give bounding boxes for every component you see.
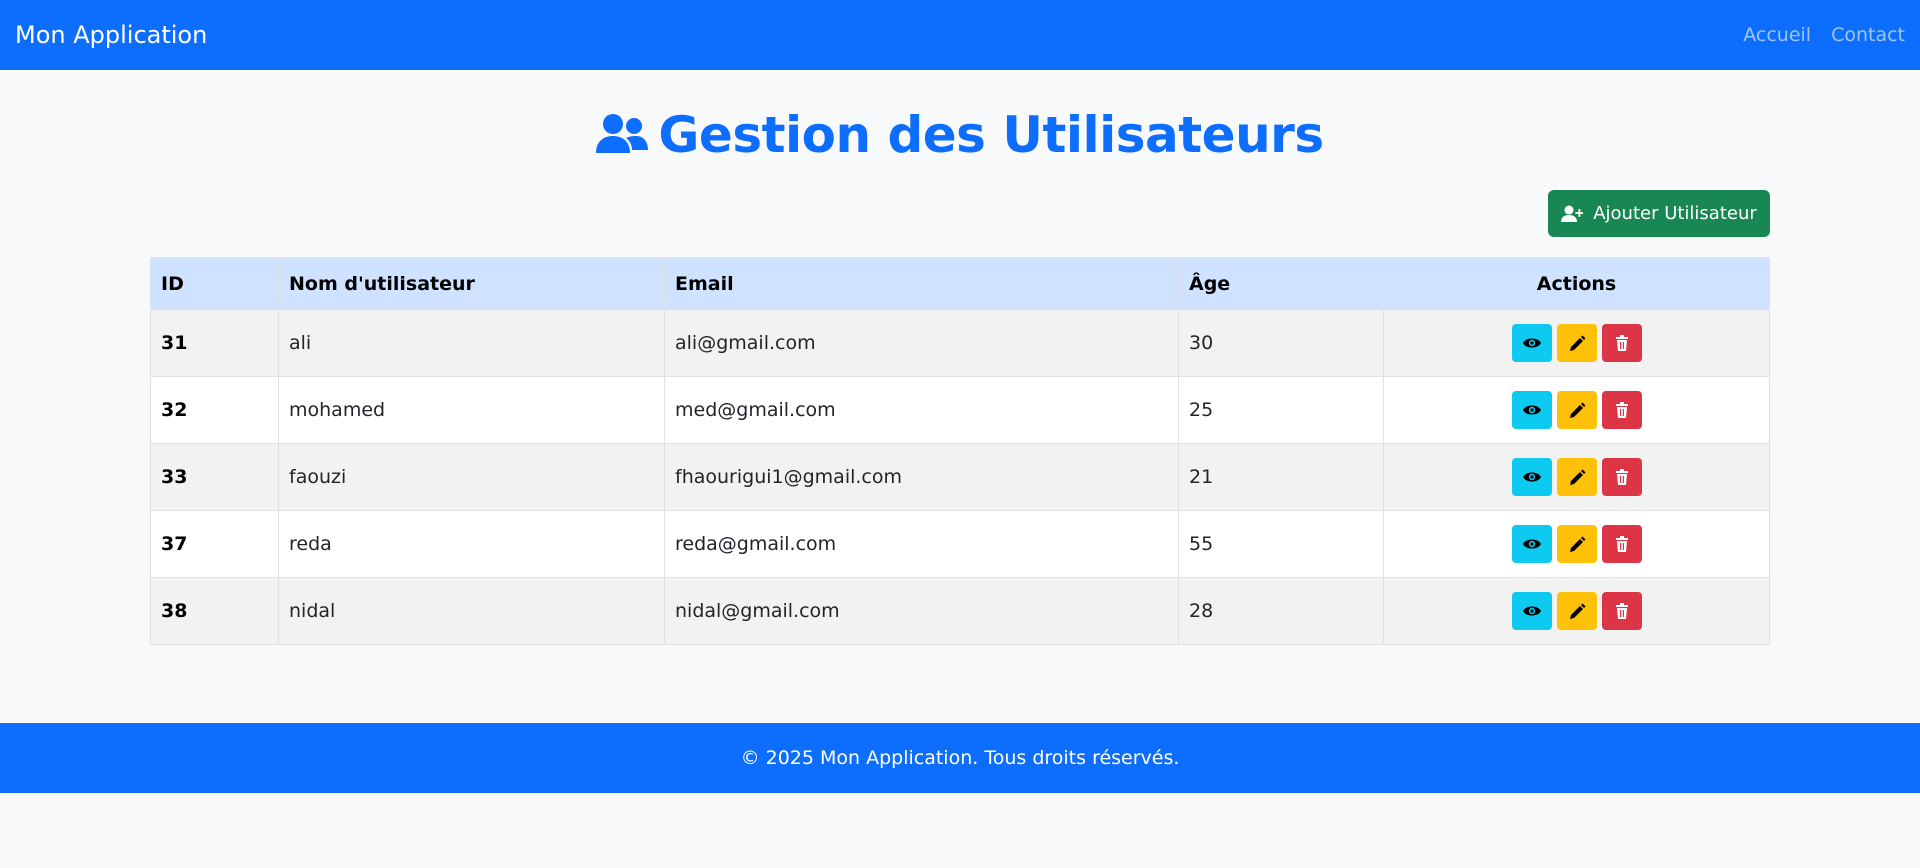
cell-username: mohamed: [278, 376, 665, 444]
cell-email: med@gmail.com: [664, 376, 1179, 444]
eye-icon: [1522, 405, 1541, 415]
header-age: Âge: [1178, 257, 1384, 310]
pencil-icon: [1569, 536, 1585, 552]
view-button[interactable]: [1511, 592, 1552, 630]
nav-link-contact[interactable]: Contact: [1831, 24, 1905, 46]
page-title-text: Gestion des Utilisateurs: [658, 106, 1324, 164]
edit-button[interactable]: [1556, 592, 1597, 630]
eye-icon: [1522, 606, 1541, 616]
delete-button[interactable]: [1601, 458, 1642, 496]
delete-button[interactable]: [1601, 525, 1642, 563]
table-row: 31 ali ali@gmail.com 30: [150, 309, 1770, 377]
page-title: Gestion des Utilisateurs: [0, 100, 1920, 170]
cell-id: 37: [150, 510, 279, 578]
cell-username: ali: [278, 309, 665, 377]
users-table: ID Nom d'utilisateur Email Âge Actions 3…: [150, 257, 1770, 645]
eye-icon: [1522, 472, 1541, 482]
edit-button[interactable]: [1556, 458, 1597, 496]
row-actions: [1511, 458, 1642, 496]
add-user-button[interactable]: Ajouter Utilisateur: [1548, 190, 1770, 237]
cell-age: 30: [1178, 309, 1384, 377]
cell-id: 33: [150, 443, 279, 511]
cell-username: faouzi: [278, 443, 665, 511]
view-button[interactable]: [1511, 324, 1552, 362]
row-actions: [1511, 525, 1642, 563]
delete-button[interactable]: [1601, 324, 1642, 362]
cell-age: 55: [1178, 510, 1384, 578]
trash-icon: [1615, 402, 1628, 418]
edit-button[interactable]: [1556, 324, 1597, 362]
cell-actions: [1383, 376, 1770, 444]
cell-email: fhaourigui1@gmail.com: [664, 443, 1179, 511]
cell-age: 21: [1178, 443, 1384, 511]
cell-email: reda@gmail.com: [664, 510, 1179, 578]
header-id: ID: [150, 257, 279, 310]
cell-id: 38: [150, 577, 279, 645]
cell-id: 32: [150, 376, 279, 444]
header-username: Nom d'utilisateur: [278, 257, 665, 310]
view-button[interactable]: [1511, 458, 1552, 496]
cell-age: 28: [1178, 577, 1384, 645]
table-row: 38 nidal nidal@gmail.com 28: [150, 577, 1770, 645]
footer-text: © 2025 Mon Application. Tous droits rése…: [740, 747, 1180, 769]
navbar: Mon Application Accueil Contact: [0, 0, 1920, 70]
footer: © 2025 Mon Application. Tous droits rése…: [0, 723, 1920, 793]
cell-id: 31: [150, 309, 279, 377]
users-icon: [596, 114, 649, 153]
row-actions: [1511, 592, 1642, 630]
cell-username: nidal: [278, 577, 665, 645]
cell-email: ali@gmail.com: [664, 309, 1179, 377]
delete-button[interactable]: [1601, 592, 1642, 630]
view-button[interactable]: [1511, 525, 1552, 563]
cell-age: 25: [1178, 376, 1384, 444]
edit-button[interactable]: [1556, 525, 1597, 563]
view-button[interactable]: [1511, 391, 1552, 429]
nav-links: Accueil Contact: [1743, 24, 1905, 46]
header-actions: Actions: [1383, 257, 1770, 310]
delete-button[interactable]: [1601, 391, 1642, 429]
cell-username: reda: [278, 510, 665, 578]
eye-icon: [1522, 539, 1541, 549]
pencil-icon: [1569, 402, 1585, 418]
table-row: 33 faouzi fhaourigui1@gmail.com 21: [150, 443, 1770, 511]
edit-button[interactable]: [1556, 391, 1597, 429]
trash-icon: [1615, 536, 1628, 552]
pencil-icon: [1569, 335, 1585, 351]
pencil-icon: [1569, 469, 1585, 485]
trash-icon: [1615, 603, 1628, 619]
trash-icon: [1615, 335, 1628, 351]
nav-link-accueil[interactable]: Accueil: [1743, 24, 1811, 46]
table-row: 37 reda reda@gmail.com 55: [150, 510, 1770, 578]
header-email: Email: [664, 257, 1179, 310]
cell-actions: [1383, 510, 1770, 578]
cell-actions: [1383, 309, 1770, 377]
row-actions: [1511, 391, 1642, 429]
cell-actions: [1383, 443, 1770, 511]
add-user-button-label: Ajouter Utilisateur: [1593, 203, 1757, 224]
user-plus-icon: [1561, 205, 1584, 222]
pencil-icon: [1569, 603, 1585, 619]
navbar-brand[interactable]: Mon Application: [15, 21, 207, 49]
table-row: 32 mohamed med@gmail.com 25: [150, 376, 1770, 444]
row-actions: [1511, 324, 1642, 362]
trash-icon: [1615, 469, 1628, 485]
eye-icon: [1522, 338, 1541, 348]
table-header-row: ID Nom d'utilisateur Email Âge Actions: [150, 257, 1770, 310]
cell-actions: [1383, 577, 1770, 645]
cell-email: nidal@gmail.com: [664, 577, 1179, 645]
